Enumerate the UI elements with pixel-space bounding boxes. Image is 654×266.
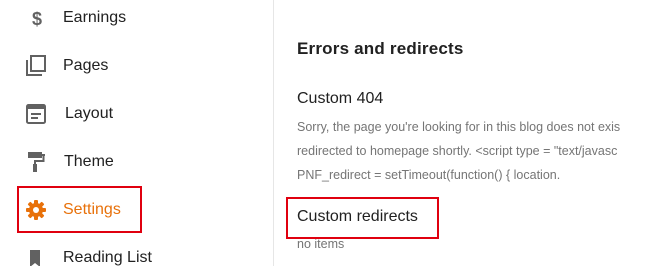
sidebar-item-label: Theme [64,153,114,170]
sidebar-item-theme[interactable]: Theme [0,144,273,180]
svg-text:$: $ [32,9,42,29]
sidebar-item-label: Earnings [63,9,127,26]
sidebar-item-pages[interactable]: Pages [0,48,273,84]
dollar-icon: $ [24,6,48,30]
custom-404-title[interactable]: Custom 404 [297,90,383,108]
sidebar-item-reading-list[interactable]: Reading List [0,240,273,266]
sidebar-item-label: Reading List [63,249,152,266]
settings-highlight-box [17,186,142,233]
settings-content: Errors and redirects Custom 404 Sorry, t… [274,0,654,266]
custom-404-description-line: redirected to homepage shortly. <script … [297,144,618,158]
custom-redirects-highlight-box [286,197,439,239]
custom-404-description-line: Sorry, the page you're looking for in th… [297,120,621,134]
sidebar: $ Earnings Pages Layout Theme Settings R… [0,0,273,266]
section-title: Errors and redirects [297,39,464,58]
paint-roller-icon [24,150,48,174]
bookmark-icon [24,246,48,266]
sidebar-item-label: Layout [65,105,114,122]
sidebar-item-layout[interactable]: Layout [0,96,273,132]
sidebar-item-label: Pages [63,57,109,74]
blogger-settings-screen: $ Earnings Pages Layout Theme Settings R… [0,0,654,266]
layout-icon [24,102,48,126]
pages-icon [24,54,48,78]
custom-404-description-line: PNF_redirect = setTimeout(function() { l… [297,168,561,182]
sidebar-item-earnings[interactable]: $ Earnings [0,0,273,36]
